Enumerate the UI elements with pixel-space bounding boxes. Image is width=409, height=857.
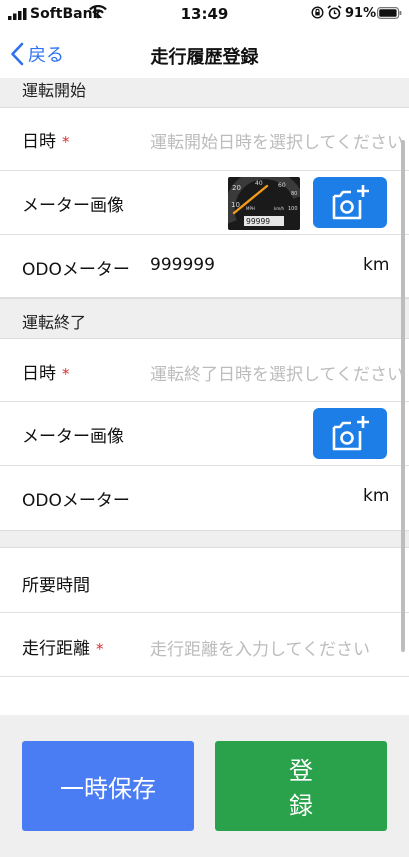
required-mark: * — [96, 640, 104, 658]
svg-text:40: 40 — [255, 180, 263, 187]
form-scroll-area[interactable]: 運転開始 日時 * 運転開始日時を選択してください メーター画像 20 40 60… — [0, 78, 409, 715]
svg-text:100: 100 — [288, 206, 298, 212]
meter-photo-thumbnail[interactable]: 20 40 60 10 80 100 MPH km/h 99999 — [228, 177, 300, 230]
required-mark: * — [62, 365, 70, 383]
section-header-start: 運転開始 — [0, 78, 409, 108]
start-meter-image-row: メーター画像 20 40 60 10 80 100 MPH km/h 99999 — [0, 171, 409, 235]
distance-row[interactable]: 走行距離 * 走行距離を入力してください — [0, 613, 409, 677]
svg-text:99999: 99999 — [246, 217, 270, 226]
section-divider — [0, 530, 409, 548]
end-meter-image-row: メーター画像 — [0, 402, 409, 466]
svg-text:MPH: MPH — [246, 206, 255, 211]
camera-plus-icon — [332, 416, 369, 451]
end-meter-image-label: メーター画像 — [22, 427, 124, 447]
section-title-start: 運転開始 — [22, 81, 87, 100]
end-odo-row: ODOメーター km — [0, 466, 409, 530]
start-datetime-row[interactable]: 日時 * 運転開始日時を選択してください — [0, 108, 409, 171]
camera-plus-icon — [332, 185, 369, 220]
svg-text:km/h: km/h — [274, 206, 285, 211]
page-title: 走行履歴登録 — [150, 47, 259, 68]
start-datetime-label: 日時 * — [22, 132, 70, 152]
end-odo-unit: km — [363, 486, 390, 506]
svg-text:80: 80 — [291, 191, 297, 197]
scrollbar[interactable] — [401, 140, 405, 652]
start-camera-button[interactable] — [313, 177, 387, 228]
start-meter-image-label: メーター画像 — [22, 196, 124, 216]
save-draft-button[interactable]: 一時保存 — [22, 741, 194, 831]
end-odo-label: ODOメーター — [22, 491, 130, 511]
end-datetime-input[interactable]: 運転終了日時を選択してください — [150, 360, 404, 385]
start-odo-unit: km — [363, 255, 390, 275]
navigation-bar: 戻る 走行履歴登録 — [0, 30, 409, 78]
start-odo-row: ODOメーター 999999 km — [0, 235, 409, 298]
battery-icon — [377, 7, 402, 19]
section-header-end: 運転終了 — [0, 298, 409, 339]
distance-input[interactable]: 走行距離を入力してください — [150, 635, 370, 660]
end-datetime-row[interactable]: 日時 * 運転終了日時を選択してください — [0, 339, 409, 402]
register-button[interactable]: 登録 — [215, 741, 387, 831]
section-title-end: 運転終了 — [22, 313, 87, 332]
svg-text:60: 60 — [278, 182, 286, 189]
end-camera-button[interactable] — [313, 408, 387, 459]
footer-bar: 一時保存 登録 — [0, 715, 409, 857]
start-datetime-input[interactable]: 運転開始日時を選択してください — [150, 128, 404, 153]
svg-text:20: 20 — [232, 184, 241, 192]
alarm-icon — [327, 5, 342, 20]
battery-percent: 91% — [345, 6, 377, 21]
duration-row: 所要時間 — [0, 548, 409, 613]
start-odo-value[interactable]: 999999 — [150, 255, 215, 275]
duration-label: 所要時間 — [22, 576, 90, 596]
status-bar: SoftBank 13:49 91% — [0, 0, 409, 30]
start-odo-label: ODOメーター — [22, 260, 130, 280]
required-mark: * — [62, 133, 70, 151]
distance-label: 走行距離 * — [22, 639, 104, 659]
rotation-lock-icon — [311, 6, 324, 19]
end-datetime-label: 日時 * — [22, 364, 70, 384]
